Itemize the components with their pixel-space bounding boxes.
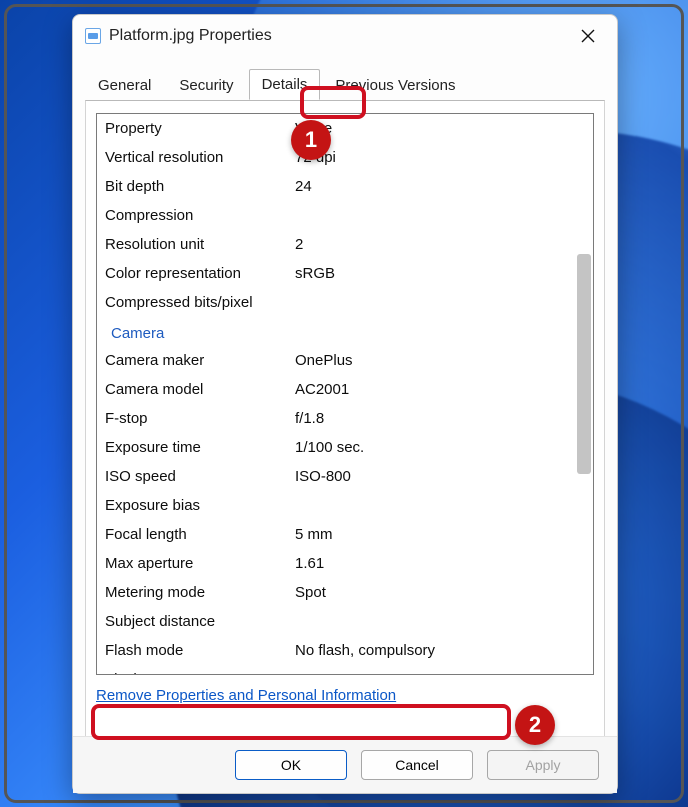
scrollbar-thumb[interactable] [577,254,591,474]
close-button[interactable] [571,22,605,50]
list-item[interactable]: Compressed bits/pixel [105,288,575,317]
list-item[interactable]: Camera makerOnePlus [105,346,575,375]
scrollbar[interactable] [577,116,591,672]
annotation-highlight-2 [91,704,511,740]
remove-properties-link[interactable]: Remove Properties and Personal Informati… [96,687,396,704]
list-item[interactable]: Focal length5 mm [105,520,575,549]
tab-security[interactable]: Security [166,70,246,100]
list-item[interactable]: Flash modeNo flash, compulsory [105,636,575,665]
list-item[interactable]: Bit depth24 [105,172,575,201]
section-camera: Camera [105,317,575,346]
properties-dialog: Platform.jpg Properties General Security… [72,14,618,794]
list-item[interactable]: Color representationsRGB [105,259,575,288]
list-item[interactable]: Compression [105,201,575,230]
property-list[interactable]: Property Value Vertical resolution72 dpi… [96,113,594,675]
list-item[interactable]: Flash energy [105,665,575,675]
details-panel: Property Value Vertical resolution72 dpi… [85,100,605,740]
list-item[interactable]: Camera modelAC2001 [105,375,575,404]
list-item[interactable]: F-stopf/1.8 [105,404,575,433]
header-property: Property [105,120,295,137]
window-title: Platform.jpg Properties [109,27,272,45]
list-item[interactable]: Metering modeSpot [105,578,575,607]
cancel-button[interactable]: Cancel [361,750,473,780]
annotation-highlight-1 [300,86,366,119]
file-icon [85,28,101,44]
list-item[interactable]: Subject distance [105,607,575,636]
annotation-badge-1: 1 [291,120,331,160]
apply-button: Apply [487,750,599,780]
close-icon [581,29,595,43]
list-item[interactable]: Exposure time1/100 sec. [105,433,575,462]
list-item[interactable]: ISO speedISO-800 [105,462,575,491]
list-item[interactable]: Max aperture1.61 [105,549,575,578]
tab-general[interactable]: General [85,70,164,100]
list-item[interactable]: Exposure bias [105,491,575,520]
list-item[interactable]: Resolution unit2 [105,230,575,259]
annotation-badge-2: 2 [515,705,555,745]
header-value: Value [295,120,575,137]
list-item[interactable]: Vertical resolution72 dpi [105,143,575,172]
ok-button[interactable]: OK [235,750,347,780]
titlebar: Platform.jpg Properties [73,15,617,57]
